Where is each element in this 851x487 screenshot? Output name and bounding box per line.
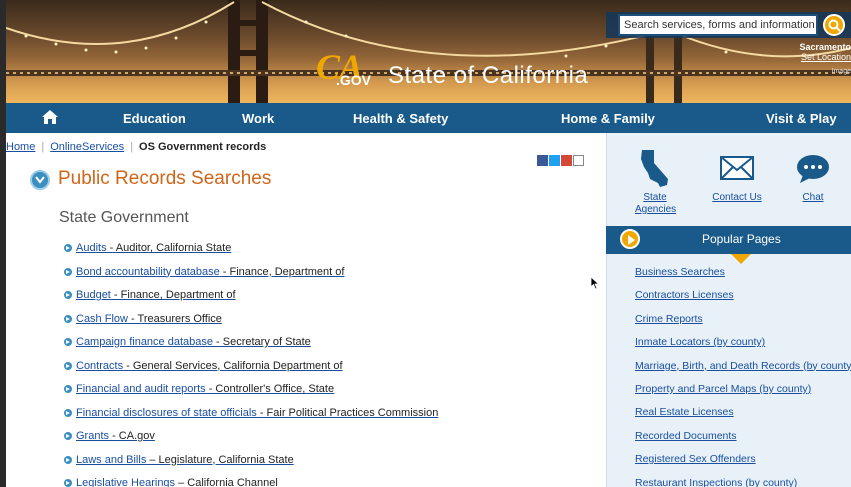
bullet-arrow-icon xyxy=(64,338,72,346)
popular-link[interactable]: Recorded Documents xyxy=(635,430,737,442)
record-desc: - General Services, California Departmen… xyxy=(123,359,343,372)
search-icon xyxy=(828,19,841,32)
location-name: Sacramento xyxy=(799,42,851,52)
list-item: Registered Sex Offenders xyxy=(635,453,851,476)
popular-link[interactable]: Contractors Licenses xyxy=(635,289,734,301)
popular-pages-list: Business Searches Contractors Licenses C… xyxy=(635,266,851,487)
record-link[interactable]: Campaign finance database xyxy=(76,336,213,348)
state-agencies-label-1[interactable]: State xyxy=(635,192,675,204)
google-plus-icon[interactable] xyxy=(561,155,572,166)
record-link[interactable]: Laws and Bills xyxy=(76,454,146,466)
list-item: Business Searches xyxy=(635,266,851,289)
contact-us-label[interactable]: Contact Us xyxy=(707,192,767,204)
list-item: Contractors Licenses xyxy=(635,289,851,312)
record-link[interactable]: Legislative Hearings xyxy=(76,477,175,487)
record-link[interactable]: Financial and audit reports xyxy=(76,383,206,395)
popular-link[interactable]: Property and Parcel Maps (by county) xyxy=(635,383,811,395)
record-desc: - Finance, Department of xyxy=(219,265,345,278)
record-link[interactable]: Audits xyxy=(76,242,107,254)
search-input[interactable]: Search services, forms and information i… xyxy=(618,14,818,36)
record-desc: - Treasurers Office xyxy=(127,312,222,325)
bullet-arrow-icon xyxy=(64,432,72,440)
logo-gov-text: .GOV xyxy=(336,72,372,88)
record-desc: – Legislature, California State xyxy=(146,453,294,466)
list-item: Property and Parcel Maps (by county) xyxy=(635,383,851,406)
record-link[interactable]: Budget xyxy=(76,289,111,301)
popular-link[interactable]: Inmate Locators (by county) xyxy=(635,336,765,348)
record-desc: - Controller's Office, State xyxy=(205,383,335,395)
california-map-icon xyxy=(641,150,668,187)
list-item: Inmate Locators (by county) xyxy=(635,336,851,359)
quick-link-state-agencies[interactable]: State Agencies xyxy=(635,149,676,216)
twitter-icon[interactable] xyxy=(549,155,560,166)
record-desc: - Finance, Department of xyxy=(110,289,236,301)
chat-label[interactable]: Chat xyxy=(793,192,833,204)
image-credit: Image xyxy=(831,68,851,75)
breadcrumb-separator: | xyxy=(130,141,134,153)
bullet-arrow-icon xyxy=(64,291,72,299)
chat-bubble-icon xyxy=(797,155,829,183)
record-desc: - Secretary of State xyxy=(212,336,311,348)
nav-work[interactable]: Work xyxy=(242,111,274,126)
breadcrumb-home[interactable]: Home xyxy=(6,141,35,153)
section-title: State Government xyxy=(59,209,189,226)
bullet-arrow-icon xyxy=(64,361,72,370)
play-icon xyxy=(620,229,640,249)
record-desc: - CA.gov xyxy=(109,430,155,442)
header-banner: CA .GOV State of California Search servi… xyxy=(6,0,851,103)
nav-health-safety[interactable]: Health & Safety xyxy=(353,111,448,126)
breadcrumb-online-services[interactable]: OnlineServices xyxy=(50,141,124,153)
mouse-cursor-icon xyxy=(590,276,600,290)
popular-link[interactable]: Registered Sex Offenders xyxy=(635,453,756,465)
share-bar xyxy=(537,155,585,167)
popular-pages-header: Popular Pages xyxy=(606,226,851,254)
home-icon[interactable] xyxy=(41,109,59,125)
breadcrumb-current: OS Government records xyxy=(139,141,267,153)
chevron-down-circle-icon xyxy=(30,170,50,190)
search-button[interactable] xyxy=(823,14,845,36)
page-title: Public Records Searches xyxy=(58,168,272,189)
list-item: Real Estate Licenses xyxy=(635,406,851,429)
popular-link[interactable]: Business Searches xyxy=(635,266,725,278)
list-item: Restaurant Inspections (by county) xyxy=(635,477,851,487)
header-notch xyxy=(731,254,751,264)
list-item: Recorded Documents xyxy=(635,430,851,453)
email-share-icon[interactable] xyxy=(573,155,584,166)
set-location-link[interactable]: Set Location xyxy=(801,52,851,62)
record-link[interactable]: Contracts xyxy=(76,360,123,372)
list-item: Marriage, Birth, and Death Records (by c… xyxy=(635,360,851,383)
bullet-arrow-icon xyxy=(64,455,72,464)
breadcrumb: Home | OnlineServices | OS Government record… xyxy=(6,141,266,153)
popular-pages-title: Popular Pages xyxy=(702,232,781,246)
popular-link[interactable]: Marriage, Birth, and Death Records (by c… xyxy=(635,360,851,372)
nav-home-family[interactable]: Home & Family xyxy=(561,111,655,126)
record-link[interactable]: Financial disclosures of state officials xyxy=(76,407,257,419)
quick-link-contact-us[interactable]: Contact Us xyxy=(707,149,767,204)
quick-link-chat[interactable]: Chat xyxy=(793,149,833,204)
popular-link[interactable]: Real Estate Licenses xyxy=(635,406,734,418)
logo-state-text: State of California xyxy=(388,62,589,89)
record-link[interactable]: Cash Flow xyxy=(76,313,128,325)
popular-link[interactable]: Restaurant Inspections (by county) xyxy=(635,477,797,487)
bullet-arrow-icon xyxy=(64,244,72,252)
state-agencies-label-2[interactable]: Agencies xyxy=(635,204,676,216)
facebook-icon[interactable] xyxy=(537,155,548,166)
envelope-icon xyxy=(720,156,754,180)
record-link[interactable]: Grants xyxy=(76,430,109,442)
bullet-arrow-icon xyxy=(64,267,72,276)
record-desc: – California Channel xyxy=(175,477,278,487)
list-item: Crime Reports xyxy=(635,313,851,336)
record-link[interactable]: Bond accountability database xyxy=(76,266,220,278)
bullet-arrow-icon xyxy=(64,385,72,393)
nav-education[interactable]: Education xyxy=(123,111,186,126)
record-desc: - Fair Political Practices Commission xyxy=(256,406,439,419)
main-nav: Education Work Health & Safety Home & Fa… xyxy=(6,103,851,133)
breadcrumb-separator: | xyxy=(41,141,45,153)
bullet-arrow-icon xyxy=(64,408,72,417)
popular-link[interactable]: Crime Reports xyxy=(635,313,703,325)
bullet-arrow-icon xyxy=(64,479,72,487)
record-desc: - Auditor, California State xyxy=(106,242,232,254)
nav-visit-play[interactable]: Visit & Play xyxy=(766,111,837,126)
bullet-arrow-icon xyxy=(64,314,72,323)
